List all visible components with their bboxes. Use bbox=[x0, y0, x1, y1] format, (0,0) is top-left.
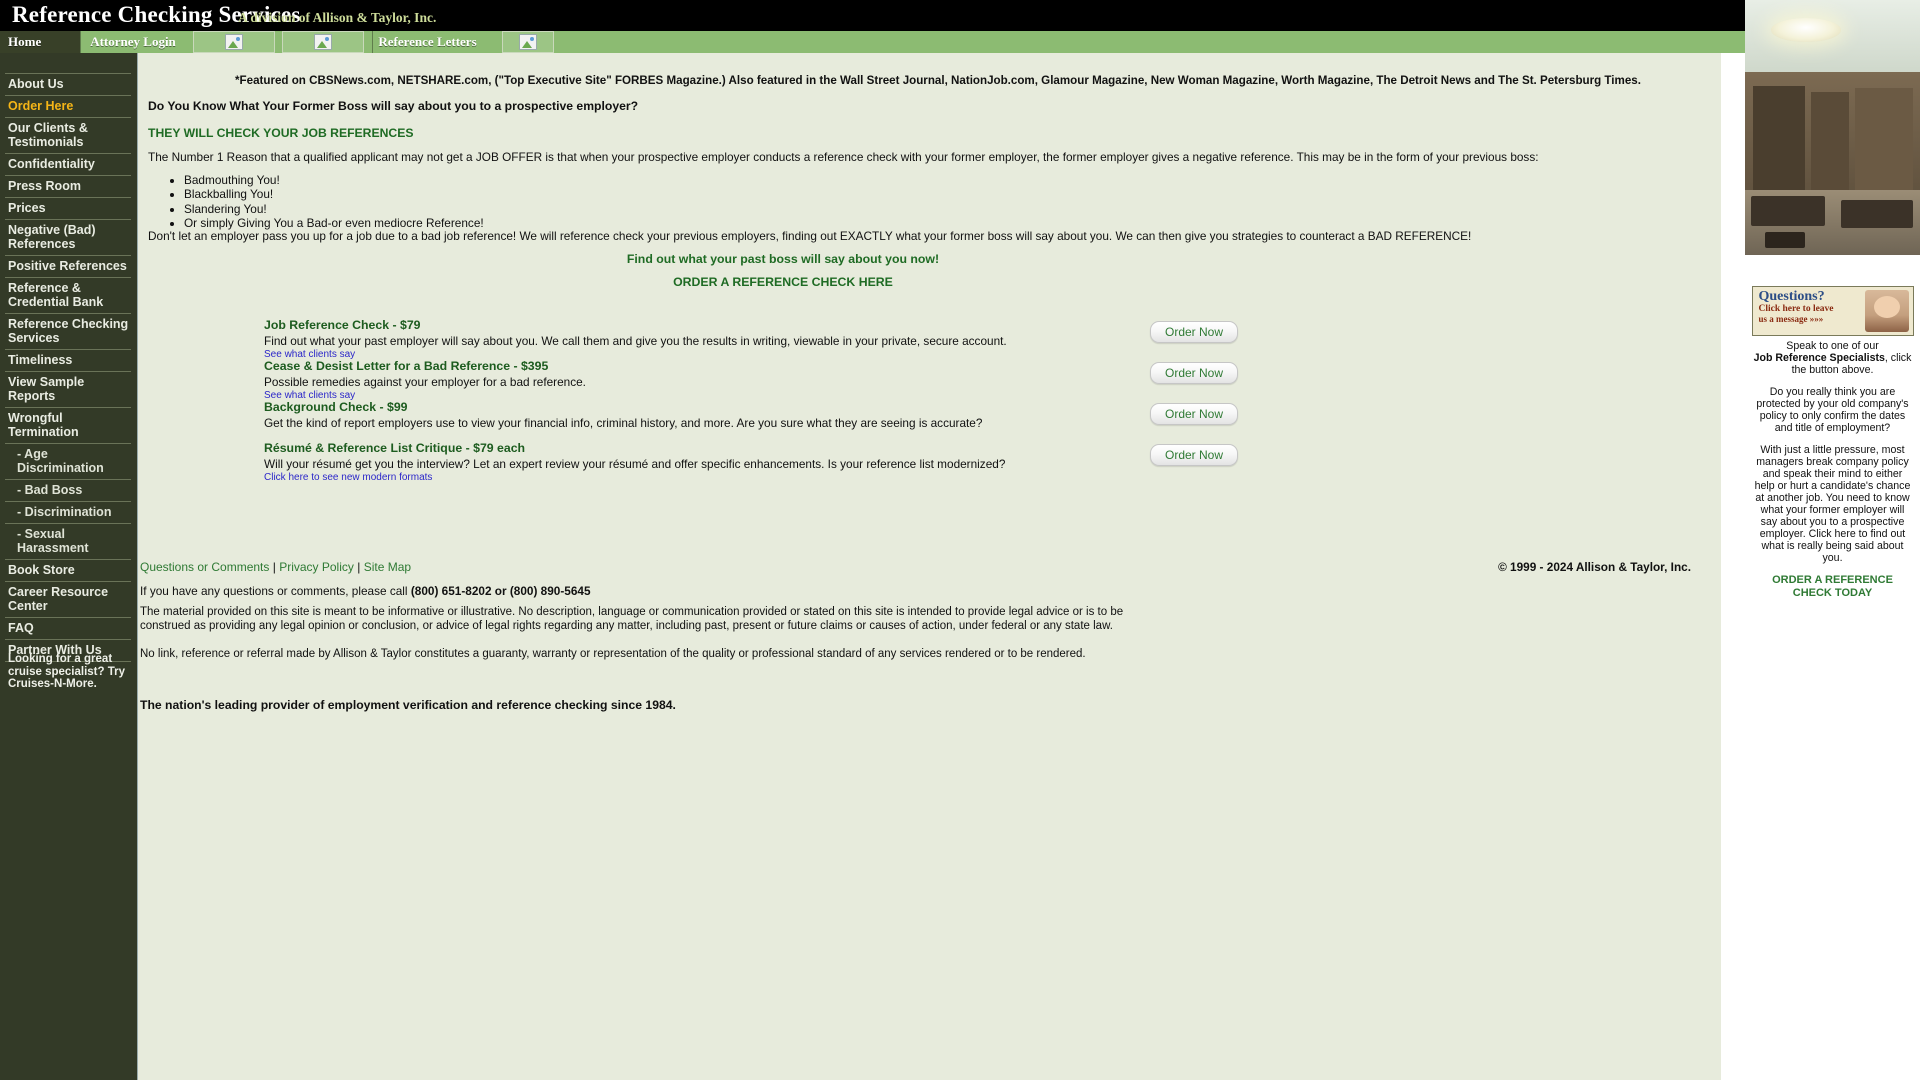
broken-image-icon bbox=[225, 34, 243, 50]
product-modern-formats-link[interactable]: Click here to see new modern formats bbox=[264, 472, 432, 483]
sidebar-item-book-store[interactable]: Book Store bbox=[5, 559, 131, 581]
tab-broken-image-3[interactable] bbox=[502, 31, 554, 53]
tab-broken-image-2[interactable] bbox=[282, 31, 364, 53]
footer-separator: | bbox=[272, 560, 276, 574]
tab-home-label: Home bbox=[8, 34, 42, 49]
contact-phone-number: (800) 651-8202 or (800) 890-5645 bbox=[410, 584, 591, 598]
list-item: Badmouthing You! bbox=[184, 173, 484, 187]
sidebar-item-reference-checking-services[interactable]: Reference Checking Services bbox=[5, 313, 131, 349]
right-promo-panel: Questions? Click here to leave us a mess… bbox=[1745, 286, 1920, 600]
order-now-button[interactable]: Order Now bbox=[1150, 444, 1238, 466]
legal-disclaimer-1: The material provided on this site is me… bbox=[140, 606, 1124, 632]
tab-broken-image-1[interactable] bbox=[193, 31, 275, 53]
footer-link-privacy-policy[interactable]: Privacy Policy bbox=[279, 560, 354, 574]
order-now-button[interactable]: Order Now bbox=[1150, 362, 1238, 384]
sidebar-item-sexual-harassment[interactable]: - Sexual Harassment bbox=[5, 523, 131, 559]
order-now-button[interactable]: Order Now bbox=[1150, 321, 1238, 343]
sidebar-item-wrongful-termination[interactable]: Wrongful Termination bbox=[5, 407, 131, 443]
sidebar-nav: About Us Order Here Our Clients & Testim… bbox=[5, 73, 131, 662]
promo-speak-text: Speak to one of our bbox=[1786, 340, 1879, 352]
site-subtitle: A division of Allison & Taylor, Inc. bbox=[238, 10, 437, 25]
sidebar-item-bad-boss[interactable]: - Bad Boss bbox=[5, 479, 131, 501]
library-header-photo bbox=[1745, 0, 1920, 255]
tab-reference-letters-label: Reference Letters bbox=[378, 34, 477, 49]
negative-reference-bullet-list: Badmouthing You! Blackballing You! Sland… bbox=[162, 173, 484, 230]
main-content: *Featured on CBSNews.com, NETSHARE.com, … bbox=[137, 53, 1721, 1080]
product-title[interactable]: Job Reference Check - $79 bbox=[264, 318, 421, 332]
sidebar-item-discrimination[interactable]: - Discrimination bbox=[5, 501, 131, 523]
product-description: Will your résumé get you the interview? … bbox=[264, 457, 1006, 471]
promo-order-cta[interactable]: ORDER A REFERENCE CHECK TODAY bbox=[1753, 574, 1913, 600]
left-sidebar: About Us Order Here Our Clients & Testim… bbox=[0, 53, 137, 1080]
footer-link-questions-or-comments[interactable]: Questions or Comments bbox=[140, 560, 269, 574]
product-title[interactable]: Résumé & Reference List Critique - $79 e… bbox=[264, 441, 525, 455]
product-row-background-check: Background Check - $99 Get the kind of r… bbox=[138, 400, 1698, 441]
lead-question: Do You Know What Your Former Boss will s… bbox=[148, 99, 639, 113]
sidebar-item-prices[interactable]: Prices bbox=[5, 197, 131, 219]
sidebar-item-press-room[interactable]: Press Room bbox=[5, 175, 131, 197]
footer-separator: | bbox=[357, 560, 361, 574]
tab-attorney-login[interactable]: Attorney Login bbox=[80, 31, 185, 53]
questions-banner-line-1: Questions? bbox=[1758, 289, 1825, 304]
sidebar-item-reference-credential-bank[interactable]: Reference & Credential Bank bbox=[5, 277, 131, 313]
featured-in-line: *Featured on CBSNews.com, NETSHARE.com, … bbox=[235, 74, 1641, 87]
contact-phone-line: If you have any questions or comments, p… bbox=[140, 584, 591, 598]
product-title[interactable]: Cease & Desist Letter for a Bad Referenc… bbox=[264, 359, 548, 373]
questions-leave-message-banner[interactable]: Questions? Click here to leave us a mess… bbox=[1751, 286, 1914, 336]
cruise-ad-text[interactable]: Looking for a great cruise specialist? T… bbox=[8, 653, 128, 691]
product-row-resume-critique: Résumé & Reference List Critique - $79 e… bbox=[138, 441, 1698, 483]
masthead: Reference Checking Services A division o… bbox=[0, 0, 1745, 31]
copyright-text: © 1999 - 2024 Allison & Taylor, Inc. bbox=[1498, 560, 1691, 574]
find-out-headline: Find out what your past boss will say ab… bbox=[626, 252, 940, 266]
paragraph-number-one-reason: The Number 1 Reason that a qualified app… bbox=[148, 150, 1539, 164]
promo-specialists-bold: Job Reference Specialists bbox=[1753, 352, 1885, 364]
sidebar-item-confidentiality[interactable]: Confidentiality bbox=[5, 153, 131, 175]
sidebar-item-positive-references[interactable]: Positive References bbox=[5, 255, 131, 277]
support-agent-photo bbox=[1864, 290, 1909, 332]
sidebar-item-about-us[interactable]: About Us bbox=[5, 73, 131, 95]
product-list: Job Reference Check - $79 Find out what … bbox=[138, 318, 1698, 483]
product-title[interactable]: Background Check - $99 bbox=[264, 400, 408, 414]
promo-body-text: Speak to one of our Job Reference Specia… bbox=[1753, 340, 1913, 600]
list-item: Blackballing You! bbox=[184, 187, 484, 201]
main-tab-bar: Home Attorney Login Reference Letters bbox=[0, 31, 1745, 53]
page-root: Reference Checking Services A division o… bbox=[0, 0, 1920, 1080]
broken-image-icon bbox=[519, 34, 537, 50]
promo-paragraph-1: Do you really think you are protected by… bbox=[1756, 386, 1909, 434]
product-description: Possible remedies against your employer … bbox=[264, 375, 586, 389]
tab-attorney-login-label: Attorney Login bbox=[90, 34, 176, 49]
list-item: Slandering You! bbox=[184, 202, 484, 216]
broken-image-icon bbox=[314, 34, 332, 50]
footer-links: Questions or Comments | Privacy Policy |… bbox=[140, 560, 411, 574]
sidebar-item-view-sample-reports[interactable]: View Sample Reports bbox=[5, 371, 131, 407]
questions-banner-line-2: Click here to leave bbox=[1758, 304, 1834, 314]
promo-paragraph-2: With just a little pressure, most manage… bbox=[1754, 444, 1911, 564]
questions-banner-line-3: us a message »»» bbox=[1758, 314, 1824, 324]
sidebar-item-career-resource-center[interactable]: Career Resource Center bbox=[5, 581, 131, 617]
tab-home[interactable]: Home bbox=[0, 31, 80, 53]
product-description: Find out what your past employer will sa… bbox=[264, 334, 1007, 348]
product-row-cease-and-desist: Cease & Desist Letter for a Bad Referenc… bbox=[138, 359, 1698, 401]
sidebar-item-our-clients-testimonials[interactable]: Our Clients & Testimonials bbox=[5, 117, 131, 153]
sidebar-item-order-here[interactable]: Order Here bbox=[5, 95, 131, 117]
legal-disclaimer-2: No link, reference or referral made by A… bbox=[140, 648, 1086, 660]
sidebar-item-age-discrimination[interactable]: - Age Discrimination bbox=[5, 443, 131, 479]
product-row-job-reference-check: Job Reference Check - $79 Find out what … bbox=[138, 318, 1698, 360]
paragraph-dont-let-employer: Don't let an employer pass you up for a … bbox=[148, 229, 1472, 243]
contact-prefix: If you have any questions or comments, p… bbox=[140, 584, 411, 598]
footer-link-site-map[interactable]: Site Map bbox=[364, 560, 411, 574]
product-description: Get the kind of report employers use to … bbox=[264, 416, 983, 430]
promo-specialists-line: Speak to one of our Job Reference Specia… bbox=[1753, 340, 1913, 376]
order-a-reference-check-link[interactable]: ORDER A REFERENCE CHECK HERE bbox=[138, 275, 1428, 289]
sidebar-item-timeliness[interactable]: Timeliness bbox=[5, 349, 131, 371]
sidebar-item-faq[interactable]: FAQ bbox=[5, 617, 131, 639]
tab-reference-letters[interactable]: Reference Letters bbox=[372, 31, 482, 53]
they-will-check-heading: THEY WILL CHECK YOUR JOB REFERENCES bbox=[148, 126, 414, 140]
order-now-button[interactable]: Order Now bbox=[1150, 403, 1238, 425]
company-tagline: The nation's leading provider of employm… bbox=[140, 698, 676, 712]
sidebar-item-negative-references[interactable]: Negative (Bad) References bbox=[5, 219, 131, 255]
